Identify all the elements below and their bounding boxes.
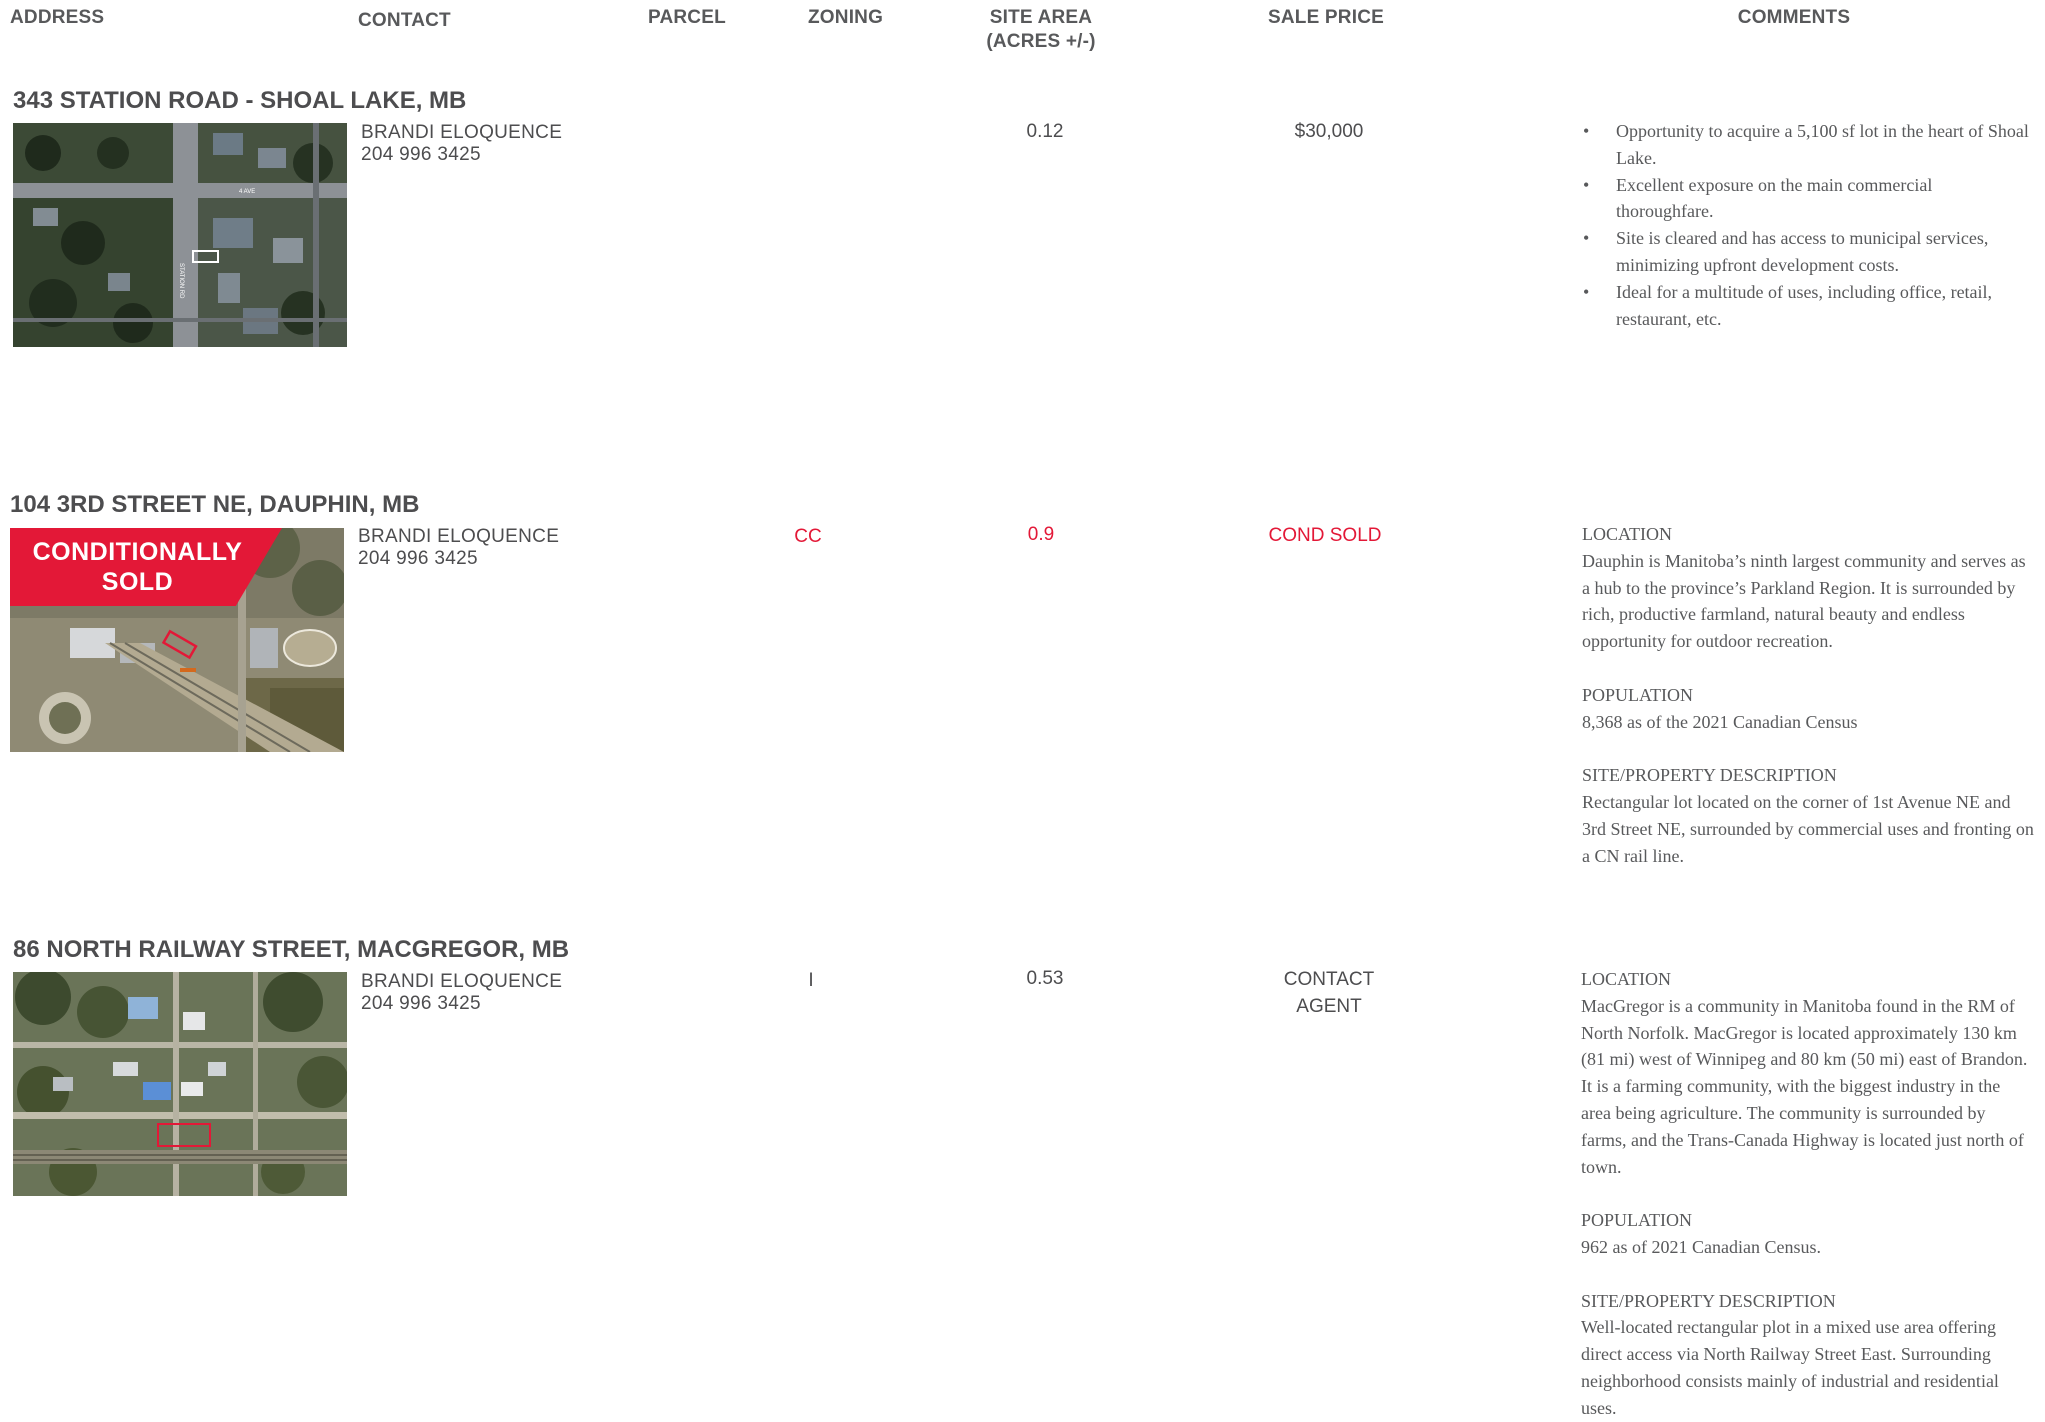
contact-block: BRANDI ELOQUENCE 204 996 3425 — [358, 526, 559, 570]
contact-block: BRANDI ELOQUENCE 204 996 3425 — [361, 971, 562, 1015]
comment-text: Dauphin is Manitoba’s ninth largest comm… — [1582, 550, 2026, 652]
contact-block: BRANDI ELOQUENCE 204 996 3425 — [361, 122, 562, 166]
contact-name: BRANDI ELOQUENCE — [361, 122, 563, 143]
sale-price-line2: AGENT — [1296, 996, 1362, 1017]
header-zoning: ZONING — [808, 7, 884, 28]
comment-section-description: SITE/PROPERTY DESCRIPTION Well-located r… — [1581, 1288, 2033, 1422]
ribbon-line-2: SOLD — [101, 568, 174, 596]
comments-block: Opportunity to acquire a 5,100 sf lot in… — [1582, 118, 2034, 332]
comments-block: LOCATION Dauphin is Manitoba’s ninth lar… — [1582, 521, 2034, 869]
contact-phone: 204 996 3425 — [361, 144, 481, 165]
contact-phone: 204 996 3425 — [358, 548, 478, 569]
map-street-label: STATION RD — [178, 263, 184, 299]
comment-text: 8,368 as of the 2021 Canadian Census — [1582, 711, 1858, 732]
sale-price-status: COND SOLD — [1268, 525, 1382, 546]
comment-section-description: SITE/PROPERTY DESCRIPTION Rectangular lo… — [1582, 762, 2034, 869]
comments-block: LOCATION MacGregor is a community in Man… — [1581, 966, 2033, 1422]
comment-section-population: POPULATION 8,368 as of the 2021 Canadian… — [1582, 682, 2034, 736]
aerial-map-photo — [13, 972, 347, 1196]
comment-heading: SITE/PROPERTY DESCRIPTION — [1582, 765, 1837, 786]
comment-heading: POPULATION — [1581, 1210, 1693, 1231]
header-sale-price: SALE PRICE — [1267, 7, 1385, 28]
comment-section-population: POPULATION 962 as of 2021 Canadian Censu… — [1581, 1207, 2033, 1261]
listing-address: 104 3RD STREET NE, DAUPHIN, MB — [10, 491, 420, 518]
listing-address: 86 NORTH RAILWAY STREET, MACGREGOR, MB — [13, 936, 570, 963]
comment-text: Rectangular lot located on the corner of… — [1582, 791, 2034, 866]
comment-bullet: Opportunity to acquire a 5,100 sf lot in… — [1583, 118, 2034, 172]
contact-name: BRANDI ELOQUENCE — [358, 526, 560, 547]
comments-list: Opportunity to acquire a 5,100 sf lot in… — [1582, 118, 2034, 332]
site-area-value: 0.9 — [1027, 524, 1055, 545]
comment-text: MacGregor is a community in Manitoba fou… — [1581, 995, 2028, 1177]
comment-heading: SITE/PROPERTY DESCRIPTION — [1581, 1290, 1836, 1311]
sale-price-value: $30,000 — [1294, 121, 1364, 142]
comment-heading: LOCATION — [1582, 524, 1672, 544]
header-address: ADDRESS — [10, 7, 105, 28]
header-site-area-line1: SITE AREA — [989, 7, 1093, 28]
comment-section-location: LOCATION MacGregor is a community in Man… — [1581, 966, 2033, 1180]
comment-bullet: Ideal for a multitude of uses, including… — [1583, 279, 2034, 333]
site-area-value: 0.12 — [1026, 121, 1064, 142]
aerial-map-photo: 4 AVE STATION RD — [13, 123, 347, 347]
sale-price-line1: CONTACT — [1283, 969, 1375, 990]
conditionally-sold-ribbon: CONDITIONALLY SOLD — [10, 528, 282, 606]
map-street-label: 4 AVE — [239, 189, 255, 195]
comment-bullet: Excellent exposure on the main commercia… — [1583, 172, 2034, 226]
contact-name: BRANDI ELOQUENCE — [361, 971, 563, 992]
site-area-value: 0.53 — [1026, 968, 1064, 989]
zoning-value: I — [808, 970, 814, 991]
comment-heading: POPULATION — [1582, 684, 1694, 705]
header-site-area-line2: (ACRES +/-) — [986, 31, 1096, 52]
header-comments: COMMENTS — [1737, 7, 1851, 28]
header-parcel: PARCEL — [648, 7, 726, 28]
sale-price-value: CONTACT AGENT — [1284, 966, 1374, 1020]
comment-text: Well-located rectangular plot in a mixed… — [1581, 1317, 1999, 1418]
zoning-value: CC — [794, 526, 822, 547]
comment-section-location: LOCATION Dauphin is Manitoba’s ninth lar… — [1582, 521, 2034, 655]
contact-phone: 204 996 3425 — [361, 993, 481, 1014]
header-site-area: SITE AREA (ACRES +/-) — [986, 6, 1095, 54]
ribbon-line-1: CONDITIONALLY — [32, 538, 243, 566]
comment-bullet: Site is cleared and has access to munici… — [1583, 225, 2034, 279]
header-contact: CONTACT — [358, 10, 451, 31]
comment-heading: LOCATION — [1581, 969, 1671, 989]
comment-text: 962 as of 2021 Canadian Census. — [1581, 1236, 1821, 1257]
listing-address: 343 STATION ROAD - SHOAL LAKE, MB — [13, 87, 467, 114]
